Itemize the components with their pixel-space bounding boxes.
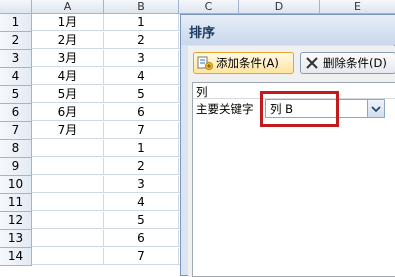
select-all-corner[interactable] <box>0 0 32 14</box>
cell-a[interactable]: 5月 <box>32 86 104 103</box>
row-header[interactable]: 1 <box>0 14 32 32</box>
delete-condition-label: 删除条件(D) <box>323 56 387 70</box>
cell-a[interactable]: 6月 <box>32 104 104 121</box>
column-header-b[interactable]: B <box>104 0 179 14</box>
column-header-row: A B C D E <box>0 0 395 14</box>
cell-b[interactable]: 1 <box>104 14 179 31</box>
cell-a[interactable]: 4月 <box>32 68 104 85</box>
cell-a[interactable] <box>32 158 104 175</box>
cell-b[interactable]: 3 <box>104 176 179 193</box>
cell-a[interactable] <box>32 230 104 247</box>
cell-a[interactable] <box>32 176 104 193</box>
cell-b[interactable]: 4 <box>104 194 179 211</box>
dialog-title: 排序 <box>189 26 216 41</box>
cell-b[interactable]: 7 <box>104 248 179 265</box>
cell-a[interactable]: 1月 <box>32 14 104 31</box>
row-header[interactable]: 6 <box>0 104 32 122</box>
cell-a[interactable]: 3月 <box>32 50 104 67</box>
column-header-a[interactable]: A <box>32 0 104 14</box>
row-header[interactable]: 4 <box>0 68 32 86</box>
delete-x-icon <box>306 57 318 69</box>
dialog-body: 添加条件(A) 删除条件(D) 列 主要关键字 列 B <box>188 46 395 277</box>
primary-key-label: 主要关键字 <box>196 102 254 116</box>
column-header-c[interactable]: C <box>179 0 239 14</box>
column-heading: 列 <box>196 85 208 99</box>
chevron-down-icon[interactable] <box>367 100 384 117</box>
row-header[interactable]: 2 <box>0 32 32 50</box>
row-header[interactable]: 5 <box>0 86 32 104</box>
row-header[interactable]: 9 <box>0 158 32 176</box>
row-header[interactable]: 8 <box>0 140 32 158</box>
cell-b[interactable]: 5 <box>104 212 179 229</box>
add-condition-icon <box>197 56 213 70</box>
cell-b[interactable]: 7 <box>104 122 179 139</box>
column-header-e[interactable]: E <box>320 0 395 14</box>
cell-b[interactable]: 1 <box>104 140 179 157</box>
cell-b[interactable]: 6 <box>104 230 179 247</box>
row-header[interactable]: 10 <box>0 176 32 194</box>
row-header[interactable]: 13 <box>0 230 32 248</box>
cell-a[interactable] <box>32 140 104 157</box>
cell-a[interactable]: 2月 <box>32 32 104 49</box>
cell-a[interactable] <box>32 248 104 265</box>
cell-b[interactable]: 2 <box>104 32 179 49</box>
row-header[interactable]: 7 <box>0 122 32 140</box>
column-header-d[interactable]: D <box>239 0 320 14</box>
cell-a[interactable] <box>32 212 104 229</box>
cell-b[interactable]: 2 <box>104 158 179 175</box>
cell-b[interactable]: 6 <box>104 104 179 121</box>
cell-a[interactable]: 7月 <box>32 122 104 139</box>
cell-b[interactable]: 4 <box>104 68 179 85</box>
cell-b[interactable]: 3 <box>104 50 179 67</box>
add-condition-label: 添加条件(A) <box>216 56 279 70</box>
row-header[interactable]: 11 <box>0 194 32 212</box>
cell-b[interactable]: 5 <box>104 86 179 103</box>
sort-dialog: 排序 添加条件(A) 删除条件(D) 列 主要关键字 列 B <box>180 14 395 277</box>
highlight-frame <box>260 91 339 127</box>
row-header[interactable]: 12 <box>0 212 32 230</box>
row-header[interactable]: 3 <box>0 50 32 68</box>
delete-condition-button[interactable]: 删除条件(D) <box>300 52 395 74</box>
add-condition-button[interactable]: 添加条件(A) <box>193 52 294 74</box>
row-header[interactable]: 14 <box>0 248 32 266</box>
cell-a[interactable] <box>32 194 104 211</box>
dialog-title-bar[interactable]: 排序 <box>181 15 395 45</box>
